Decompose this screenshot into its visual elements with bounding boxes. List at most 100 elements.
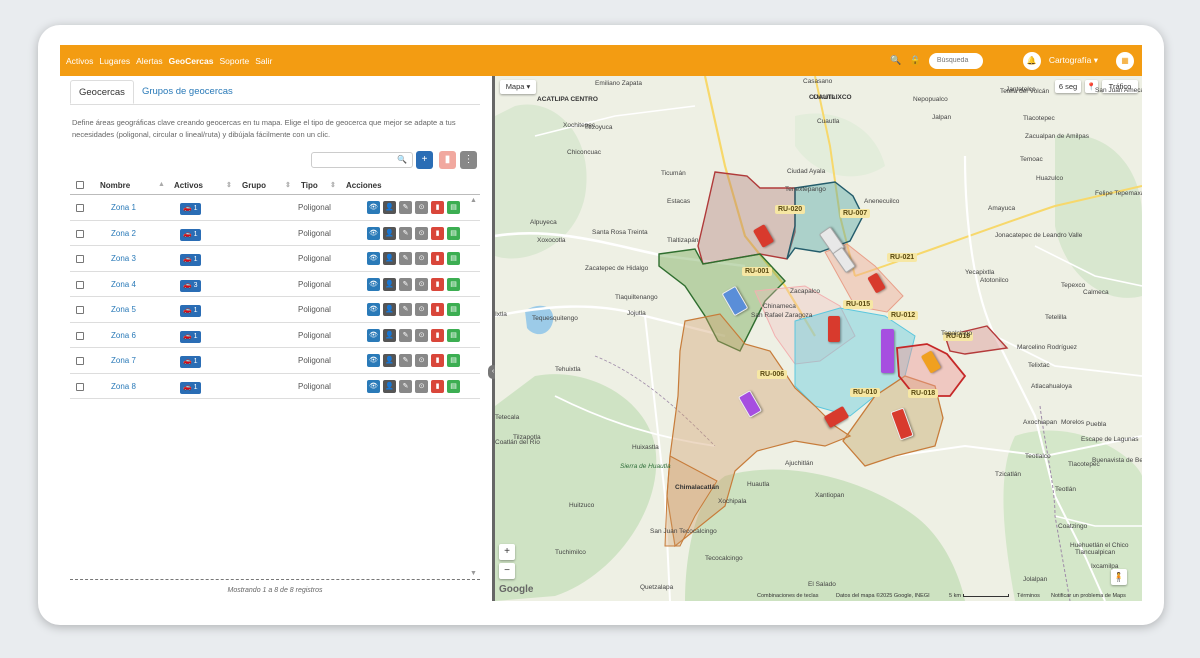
view-icon[interactable]: 👁: [367, 277, 380, 291]
report-problem-link[interactable]: Notificar un problema de Maps: [1051, 593, 1126, 599]
sort-icon[interactable]: ⇕: [226, 181, 232, 189]
zoom-in-button[interactable]: +: [499, 544, 515, 560]
report-icon[interactable]: ▤: [447, 328, 460, 342]
sort-icon[interactable]: ▲: [158, 181, 165, 188]
map-view[interactable]: Mapa ▾ 6 seg 📍 Tráfico + − 🧍 Google Comb…: [495, 76, 1142, 601]
report-icon[interactable]: ▤: [447, 379, 460, 393]
delete-icon[interactable]: ▮: [431, 252, 444, 265]
table-row[interactable]: Zona 1 🚗 1 Poligonal 👁 👤 ✎ ⊙ ▮ ▤: [70, 195, 480, 221]
active-count-badge[interactable]: 🚗 1: [180, 305, 201, 317]
header-nombre[interactable]: Nombre: [100, 181, 130, 190]
row-checkbox[interactable]: [76, 280, 84, 289]
edit-icon[interactable]: ✎: [399, 303, 412, 316]
edit-icon[interactable]: ✎: [399, 354, 412, 367]
report-icon[interactable]: ▤: [447, 226, 460, 240]
zone-name-link[interactable]: Zona 8: [111, 382, 136, 391]
nav-alertas[interactable]: Alertas: [136, 56, 162, 66]
view-icon[interactable]: 👁: [367, 354, 380, 367]
center-icon[interactable]: ⊙: [415, 354, 428, 367]
row-checkbox[interactable]: [76, 382, 84, 391]
nav-geocercas[interactable]: GeoCercas: [169, 56, 214, 66]
report-icon[interactable]: ▤: [447, 252, 460, 265]
edit-icon[interactable]: ✎: [399, 226, 412, 240]
refresh-interval-button[interactable]: 6 seg: [1055, 80, 1081, 93]
delete-icon[interactable]: ▮: [431, 328, 444, 342]
zone-name-link[interactable]: Zona 4: [111, 280, 136, 289]
search-icon[interactable]: 🔍: [890, 55, 901, 66]
active-count-badge[interactable]: 🚗 1: [180, 356, 201, 368]
edit-icon[interactable]: ✎: [399, 252, 412, 265]
vehicle-marker[interactable]: [828, 316, 840, 342]
assign-user-icon[interactable]: 👤: [383, 354, 396, 367]
edit-icon[interactable]: ✎: [399, 201, 412, 214]
view-icon[interactable]: 👁: [367, 226, 380, 240]
assign-user-icon[interactable]: 👤: [383, 226, 396, 240]
center-icon[interactable]: ⊙: [415, 303, 428, 316]
route-tag[interactable]: RU-015: [843, 300, 874, 309]
center-icon[interactable]: ⊙: [415, 328, 428, 342]
assign-user-icon[interactable]: 👤: [383, 201, 396, 214]
edit-icon[interactable]: ✎: [399, 277, 412, 291]
report-icon[interactable]: ▤: [447, 201, 460, 214]
report-icon[interactable]: ▤: [447, 354, 460, 367]
nav-soporte[interactable]: Soporte: [219, 56, 249, 66]
assign-user-icon[interactable]: 👤: [383, 328, 396, 342]
zone-name-link[interactable]: Zona 7: [111, 356, 136, 365]
delete-selected-button[interactable]: ▮: [439, 151, 456, 169]
keyboard-shortcuts-link[interactable]: Combinaciones de teclas: [757, 593, 818, 599]
table-row[interactable]: Zona 8 🚗 1 Poligonal 👁 👤 ✎ ⊙ ▮ ▤: [70, 374, 480, 399]
center-icon[interactable]: ⊙: [415, 252, 428, 265]
route-tag[interactable]: RU-001: [742, 267, 773, 276]
assign-user-icon[interactable]: 👤: [383, 252, 396, 265]
terms-link[interactable]: Términos: [1017, 593, 1040, 599]
delete-icon[interactable]: ▮: [431, 354, 444, 367]
center-icon[interactable]: ⊙: [415, 379, 428, 393]
active-count-badge[interactable]: 🚗 1: [180, 330, 201, 343]
route-tag[interactable]: RU-010: [850, 388, 881, 397]
user-menu[interactable]: Cartografía ▾: [1049, 55, 1098, 66]
row-checkbox[interactable]: [76, 255, 84, 263]
table-row[interactable]: Zona 7 🚗 1 Poligonal 👁 👤 ✎ ⊙ ▮ ▤: [70, 348, 480, 374]
active-count-badge[interactable]: 🚗 3: [180, 279, 201, 292]
tab-geocercas[interactable]: Geocercas: [70, 80, 134, 104]
scroll-up-icon[interactable]: ▲: [470, 197, 477, 204]
table-row[interactable]: Zona 5 🚗 1 Poligonal 👁 👤 ✎ ⊙ ▮ ▤: [70, 297, 480, 323]
grid-icon[interactable]: ▦: [1116, 51, 1134, 70]
zone-name-link[interactable]: Zona 3: [111, 254, 136, 263]
delete-icon[interactable]: ▮: [431, 277, 444, 291]
row-checkbox[interactable]: [76, 229, 84, 238]
route-tag[interactable]: RU-021: [887, 253, 918, 262]
active-count-badge[interactable]: 🚗 1: [180, 254, 201, 266]
nav-lugares[interactable]: Lugares: [99, 56, 130, 66]
nav-activos[interactable]: Activos: [66, 56, 93, 66]
route-tag[interactable]: RU-020: [775, 205, 806, 214]
lock-icon[interactable]: 🔒: [910, 55, 921, 66]
center-icon[interactable]: ⊙: [415, 201, 428, 214]
active-count-badge[interactable]: 🚗 1: [180, 228, 201, 241]
map-type-button[interactable]: Mapa ▾: [500, 80, 536, 94]
view-icon[interactable]: 👁: [367, 328, 380, 342]
add-geofence-button[interactable]: +: [416, 151, 433, 169]
view-icon[interactable]: 👁: [367, 303, 380, 316]
zone-name-link[interactable]: Zona 5: [111, 305, 136, 314]
nav-salir[interactable]: Salir: [255, 56, 272, 66]
zone-name-link[interactable]: Zona 6: [111, 331, 136, 340]
row-checkbox[interactable]: [76, 331, 84, 340]
center-icon[interactable]: ⊙: [415, 226, 428, 240]
table-search-input[interactable]: 🔍: [311, 152, 413, 168]
assign-user-icon[interactable]: 👤: [383, 303, 396, 316]
view-icon[interactable]: 👁: [367, 379, 380, 393]
table-row[interactable]: Zona 6 🚗 1 Poligonal 👁 👤 ✎ ⊙ ▮ ▤: [70, 323, 480, 348]
view-icon[interactable]: 👁: [367, 252, 380, 265]
scroll-down-icon[interactable]: ▼: [470, 570, 477, 577]
report-icon[interactable]: ▤: [447, 277, 460, 291]
row-checkbox[interactable]: [76, 306, 84, 314]
sort-icon[interactable]: ⇕: [285, 181, 291, 189]
edit-icon[interactable]: ✎: [399, 379, 412, 393]
edit-icon[interactable]: ✎: [399, 328, 412, 342]
route-tag[interactable]: RU-012: [888, 311, 919, 320]
search-input[interactable]: [928, 52, 983, 69]
zone-name-link[interactable]: Zona 1: [111, 203, 136, 212]
route-tag[interactable]: RU-018: [908, 389, 939, 398]
delete-icon[interactable]: ▮: [431, 303, 444, 316]
